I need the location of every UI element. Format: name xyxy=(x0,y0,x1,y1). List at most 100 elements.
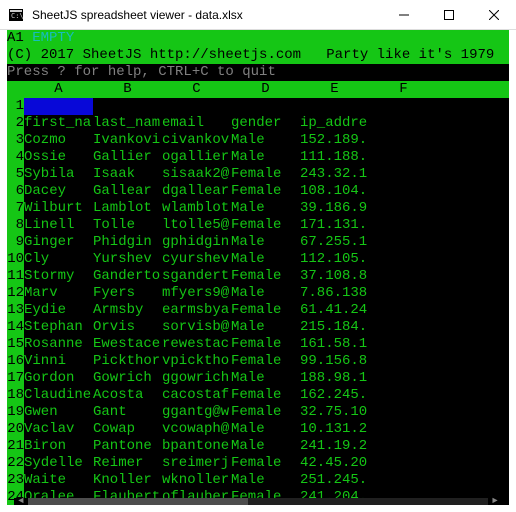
table-row[interactable]: 12Marv Fyers mfyers9@Male 7.86.138 xyxy=(7,285,509,302)
cell[interactable]: Stephan xyxy=(24,319,93,336)
cell[interactable]: 42.45.20 xyxy=(300,455,369,472)
cell[interactable]: Yurshev xyxy=(93,251,162,268)
cell[interactable] xyxy=(162,98,231,115)
cell[interactable] xyxy=(24,98,93,115)
cell[interactable] xyxy=(369,421,438,438)
table-row[interactable]: 15Rosanne EwestacerewestacFemale 161.58.… xyxy=(7,336,509,353)
table-row[interactable]: 7Wilburt Lamblot wlamblotMale 39.186.9 xyxy=(7,200,509,217)
cell[interactable]: Sydelle xyxy=(24,455,93,472)
cell[interactable] xyxy=(369,149,438,166)
cell[interactable] xyxy=(369,404,438,421)
cell[interactable]: Sybila xyxy=(24,166,93,183)
cell[interactable]: 61.41.24 xyxy=(300,302,369,319)
cell[interactable]: 162.245. xyxy=(300,387,369,404)
table-row[interactable]: 5Sybila Isaak sisaak2@Female 243.32.1 xyxy=(7,166,509,183)
cell[interactable]: Male xyxy=(231,234,300,251)
cell[interactable]: Gordon xyxy=(24,370,93,387)
cell[interactable]: 32.75.10 xyxy=(300,404,369,421)
table-row[interactable]: 9Ginger Phidgin gphidginMale 67.255.1 xyxy=(7,234,509,251)
cell[interactable]: Gallier xyxy=(93,149,162,166)
cell[interactable]: vcowaph@ xyxy=(162,421,231,438)
scroll-left-arrow[interactable]: ◄ xyxy=(14,498,28,505)
cell[interactable]: Reimer xyxy=(93,455,162,472)
cell[interactable]: 10.131.2 xyxy=(300,421,369,438)
table-row[interactable]: 4Ossie Gallier ogallierMale 111.188. xyxy=(7,149,509,166)
cell[interactable]: sreimerj xyxy=(162,455,231,472)
cell[interactable]: 39.186.9 xyxy=(300,200,369,217)
table-row[interactable]: 6Dacey Gallear dgallearFemale 108.104. xyxy=(7,183,509,200)
cell[interactable]: ip_addre xyxy=(300,115,369,132)
cell[interactable]: Female xyxy=(231,387,300,404)
maximize-button[interactable] xyxy=(426,0,471,29)
cell[interactable] xyxy=(369,455,438,472)
cell[interactable]: Gallear xyxy=(93,183,162,200)
cell[interactable]: Waite xyxy=(24,472,93,489)
h-scroll-thumb[interactable] xyxy=(28,498,248,505)
cell[interactable]: vpicktho xyxy=(162,353,231,370)
cell[interactable]: cacostaf xyxy=(162,387,231,404)
cell[interactable]: Cly xyxy=(24,251,93,268)
table-row[interactable]: 20Vaclav Cowap vcowaph@Male 10.131.2 xyxy=(7,421,509,438)
cell[interactable]: sisaak2@ xyxy=(162,166,231,183)
scroll-right-arrow[interactable]: ► xyxy=(488,498,502,505)
cell[interactable]: Ginger xyxy=(24,234,93,251)
cell[interactable]: Female xyxy=(231,183,300,200)
cell[interactable]: gender xyxy=(231,115,300,132)
cell[interactable]: Linell xyxy=(24,217,93,234)
horizontal-scrollbar[interactable]: ◄ ► xyxy=(14,498,502,505)
cell[interactable]: first_na xyxy=(24,115,93,132)
cell[interactable]: 215.184. xyxy=(300,319,369,336)
cell[interactable]: 7.86.138 xyxy=(300,285,369,302)
cell[interactable]: Pickthor xyxy=(93,353,162,370)
cell[interactable]: Wilburt xyxy=(24,200,93,217)
cell[interactable] xyxy=(93,98,162,115)
cell[interactable]: mfyers9@ xyxy=(162,285,231,302)
cell[interactable]: Ewestace xyxy=(93,336,162,353)
cell[interactable]: wknoller xyxy=(162,472,231,489)
cell[interactable]: 152.189. xyxy=(300,132,369,149)
cell[interactable]: Female xyxy=(231,455,300,472)
cell[interactable]: Male xyxy=(231,200,300,217)
cell[interactable]: last_nam xyxy=(93,115,162,132)
table-row[interactable]: 22Sydelle Reimer sreimerjFemale 42.45.20 xyxy=(7,455,509,472)
cell[interactable] xyxy=(369,98,438,115)
cell[interactable]: 108.104. xyxy=(300,183,369,200)
cell[interactable]: Ganderto xyxy=(93,268,162,285)
cell[interactable]: Tolle xyxy=(93,217,162,234)
table-row[interactable]: 19Gwen Gant ggantg@wFemale 32.75.10 xyxy=(7,404,509,421)
cell[interactable] xyxy=(369,234,438,251)
cell[interactable]: Cowap xyxy=(93,421,162,438)
cell[interactable] xyxy=(369,319,438,336)
cell[interactable]: Gowrich xyxy=(93,370,162,387)
cell[interactable]: dgallear xyxy=(162,183,231,200)
cell[interactable]: Male xyxy=(231,251,300,268)
cell[interactable]: gphidgin xyxy=(162,234,231,251)
cell[interactable]: Female xyxy=(231,336,300,353)
table-row[interactable]: 23Waite Knoller wknollerMale 251.245. xyxy=(7,472,509,489)
table-row[interactable]: 2first_nalast_namemail gender ip_addre xyxy=(7,115,509,132)
cell[interactable]: Female xyxy=(231,217,300,234)
cell[interactable]: Knoller xyxy=(93,472,162,489)
cell[interactable]: Ossie xyxy=(24,149,93,166)
cell[interactable]: Male xyxy=(231,421,300,438)
cell[interactable]: Male xyxy=(231,285,300,302)
table-row[interactable]: 21Biron Pantone bpantoneMale 241.19.2 xyxy=(7,438,509,455)
cell[interactable]: Female xyxy=(231,166,300,183)
cell[interactable]: cyurshev xyxy=(162,251,231,268)
table-row[interactable]: 14Stephan Orvis sorvisb@Male 215.184. xyxy=(7,319,509,336)
cell[interactable] xyxy=(369,268,438,285)
cell[interactable] xyxy=(369,472,438,489)
cell[interactable]: Dacey xyxy=(24,183,93,200)
cell[interactable]: bpantone xyxy=(162,438,231,455)
cell[interactable]: Male xyxy=(231,472,300,489)
cell[interactable]: Gant xyxy=(93,404,162,421)
cell[interactable]: Female xyxy=(231,404,300,421)
cell[interactable]: Fyers xyxy=(93,285,162,302)
table-row[interactable]: 10Cly Yurshev cyurshevMale 112.105. xyxy=(7,251,509,268)
cell[interactable] xyxy=(300,98,369,115)
table-row[interactable]: 1 xyxy=(7,98,509,115)
cell[interactable]: earmsbya xyxy=(162,302,231,319)
cell[interactable]: Marv xyxy=(24,285,93,302)
cell[interactable] xyxy=(369,217,438,234)
cell[interactable] xyxy=(369,302,438,319)
